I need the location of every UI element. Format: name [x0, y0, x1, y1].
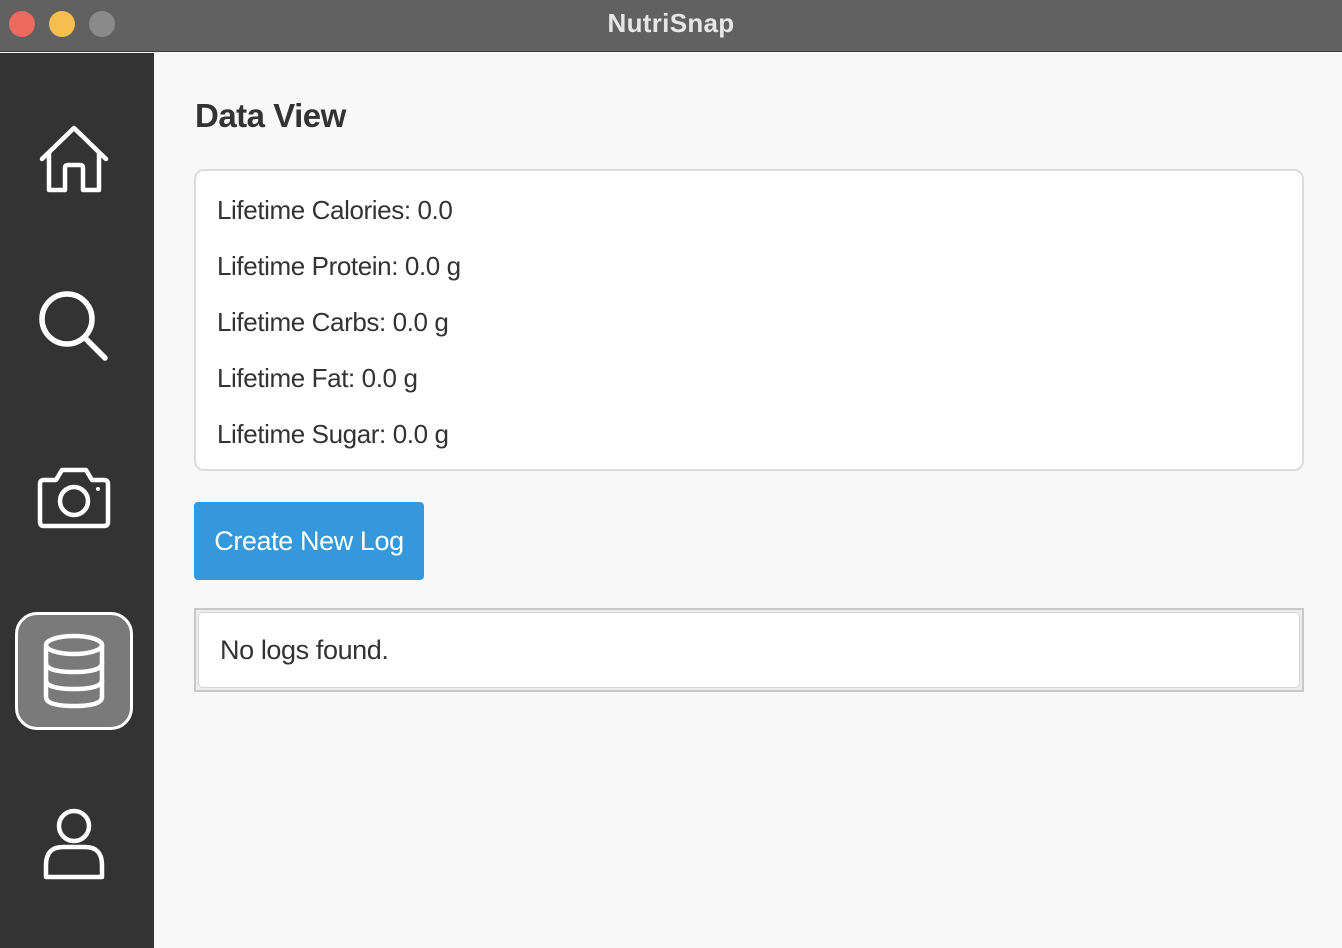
- sidebar-item-home[interactable]: [15, 101, 133, 219]
- lifetime-calories: Lifetime Calories: 0.0: [217, 195, 453, 225]
- app-window: NutriSnap Data View Lifetime Calories: 0…: [0, 0, 1342, 948]
- logs-list: No logs found.: [194, 608, 1304, 692]
- camera-icon: [37, 467, 111, 529]
- home-icon: [39, 125, 109, 193]
- no-logs-message: No logs found.: [220, 635, 389, 665]
- title-bar: NutriSnap: [0, 0, 1342, 52]
- database-icon: [43, 633, 105, 709]
- lifetime-protein: Lifetime Protein: 0.0 g: [217, 251, 461, 281]
- sidebar-item-profile[interactable]: [15, 786, 133, 904]
- lifetime-fat: Lifetime Fat: 0.0 g: [217, 363, 418, 393]
- main-content: Data View Lifetime Calories: 0.0 Lifetim…: [154, 53, 1342, 948]
- sidebar-item-search[interactable]: [15, 267, 133, 385]
- lifetime-sugar: Lifetime Sugar: 0.0 g: [217, 419, 449, 449]
- search-icon: [39, 291, 108, 361]
- user-icon: [43, 808, 105, 880]
- sidebar-item-camera[interactable]: [15, 438, 133, 556]
- lifetime-carbs: Lifetime Carbs: 0.0 g: [217, 307, 449, 337]
- lifetime-stats-panel: Lifetime Calories: 0.0 Lifetime Protein:…: [194, 169, 1304, 471]
- window-title: NutriSnap: [607, 8, 735, 38]
- logs-empty-state: No logs found.: [198, 612, 1300, 688]
- sidebar-item-data[interactable]: [15, 612, 133, 730]
- sidebar: [0, 53, 154, 948]
- create-new-log-button[interactable]: Create New Log: [194, 502, 424, 580]
- page-title: Data View: [195, 97, 346, 134]
